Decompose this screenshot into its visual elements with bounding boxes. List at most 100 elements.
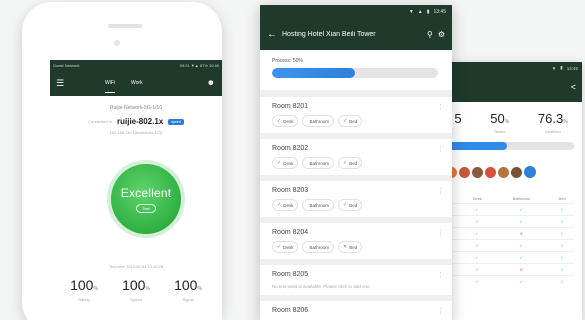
table-row: ✓ ✓ ✓: [452, 251, 574, 264]
status-time: 13:45: [566, 65, 578, 71]
room-item[interactable]: Room 8206 ⋮: [260, 301, 452, 320]
check-icon: ✓: [462, 239, 493, 252]
table-cell: [452, 215, 462, 228]
user-icon[interactable]: ☻: [207, 78, 215, 87]
menu-icon[interactable]: ☰: [56, 78, 70, 89]
device-label: Connected to: [88, 119, 112, 124]
table-cell: [452, 203, 462, 216]
more-icon[interactable]: ⋮: [437, 145, 444, 153]
test-point-chip[interactable]: ✓ Desk: [272, 199, 299, 211]
room-name: Room 8204: [272, 229, 309, 236]
stat-unit: %: [93, 286, 98, 292]
room-name: Room 8206: [272, 307, 309, 314]
page-title: Hosting Hotel Xian Beili Tower: [282, 30, 376, 38]
test-point-chip[interactable]: Bathroom: [302, 157, 334, 169]
check-icon: ✓: [462, 263, 493, 276]
phone-room-list: ▼ ▲ ▮ 13:45 ← Hosting Hotel Xian Beili T…: [260, 5, 452, 320]
battery-icon: ▮: [426, 8, 430, 15]
avatar[interactable]: [524, 166, 536, 178]
table-header: [452, 194, 462, 204]
test-point-chip[interactable]: ✓ Bed: [337, 157, 363, 169]
avatar[interactable]: [511, 166, 522, 178]
check-icon: ✓: [550, 275, 574, 288]
stat-label: Tested: [493, 129, 506, 134]
gear-icon[interactable]: ⚙: [438, 30, 445, 39]
back-arrow-icon[interactable]: ←: [267, 29, 277, 40]
stat-unit: %: [197, 286, 202, 292]
test-point-chip[interactable]: ✓ Bed: [337, 199, 363, 211]
stat-value: 50: [490, 111, 505, 126]
check-icon: ✓: [550, 215, 574, 228]
avatar[interactable]: [498, 166, 509, 178]
table-row: ✓ ✓ ✓: [452, 203, 574, 216]
tab-work[interactable]: Work: [131, 70, 143, 96]
phone-wifi-test: Guest Network 09:21 ▼▲ 87% 10:45 ☰ WiFi …: [22, 2, 222, 320]
test-point-chip[interactable]: ✓ Desk: [272, 115, 299, 127]
status-bar: Guest Network 09:21 ▼▲ 87% 10:45: [50, 60, 222, 70]
check-icon: ✓: [342, 202, 348, 208]
more-icon[interactable]: ⋮: [437, 271, 444, 279]
test-button[interactable]: Test: [136, 203, 156, 213]
summary-progress-bar: [440, 142, 574, 150]
test-point-chip[interactable]: Bathroom: [302, 199, 334, 211]
chip-label: Desk: [283, 160, 294, 166]
cross-icon: ✕: [492, 227, 551, 240]
phone-camera: [114, 40, 120, 46]
avatar[interactable]: [459, 166, 470, 178]
summary-stat: 76.3% Qualified: [538, 110, 568, 134]
network-name: Ruijie-Network-5G-1/10: [109, 105, 163, 111]
test-point-chip[interactable]: ✕ Bed: [337, 241, 363, 253]
status-circle-inner: Excellent Test: [111, 164, 181, 234]
stats-row: 100% Rating 100% Speed 100% Signal: [50, 277, 222, 302]
check-icon: ✓: [277, 118, 282, 124]
stat-unit: %: [145, 286, 150, 292]
stat-unit: %: [563, 119, 568, 125]
more-icon[interactable]: ⋮: [437, 229, 444, 237]
progress-bar: [272, 68, 438, 78]
check-icon: ✓: [462, 215, 493, 228]
check-icon: ✓: [462, 275, 493, 288]
speed-badge[interactable]: speed: [168, 118, 184, 125]
test-point-chip[interactable]: ✓ Desk: [272, 157, 299, 169]
table-row: ✓ ✕ ✓: [452, 263, 574, 276]
share-icon[interactable]: <: [571, 82, 576, 92]
table-cell: [452, 251, 462, 264]
status-circle[interactable]: Excellent Test: [107, 160, 185, 238]
stat-label: Speed: [130, 297, 142, 302]
check-icon: ✓: [462, 203, 493, 216]
room-item[interactable]: Room 8203 ⋮ ✓ Desk Bathroom ✓ Bed: [260, 181, 452, 223]
chip-label: Bathroom: [309, 244, 329, 250]
room-item[interactable]: Room 8202 ⋮ ✓ Desk Bathroom ✓ Bed: [260, 139, 452, 181]
stat-unit: %: [504, 119, 510, 125]
more-icon[interactable]: ⋮: [437, 103, 444, 111]
stat-label: Qualified: [544, 129, 561, 134]
more-icon[interactable]: ⋮: [437, 187, 444, 195]
room-item[interactable]: Room 8201 ⋮ ✓ Desk Bathroom ✓ Bed: [260, 97, 452, 139]
tab-wifi[interactable]: WiFi: [105, 70, 115, 96]
room-item[interactable]: Room 8205 ⋮ No test point is available. Pl…: [260, 265, 452, 301]
table-header: Bathroom: [512, 196, 530, 201]
toolbar-tabs: WiFi Work: [105, 70, 143, 96]
chip-label: Bed: [349, 202, 358, 208]
status-word: Excellent: [120, 185, 172, 200]
more-icon[interactable]: ⋮: [437, 307, 444, 315]
room-item[interactable]: Room 8204 ⋮ ✓ Desk Bathroom ✕ Bed: [260, 223, 452, 265]
table-header: Bed: [558, 196, 566, 201]
test-point-chip[interactable]: Bathroom: [302, 115, 334, 127]
chip-label: Bed: [349, 160, 358, 166]
room-list: Room 8201 ⋮ ✓ Desk Bathroom ✓ Bed Room 8202 ⋮ ✓ De…: [260, 97, 452, 320]
avatar[interactable]: [485, 166, 496, 178]
room-chips: ✓ Desk Bathroom ✓ Bed: [272, 199, 440, 211]
search-icon[interactable]: ⚲: [427, 30, 433, 39]
device-row: Connected to ruijie-802.1x speed: [50, 117, 222, 126]
progress-label: Process: 50%: [272, 58, 303, 64]
test-point-chip[interactable]: Bathroom: [302, 241, 334, 253]
test-point-chip[interactable]: ✓ Bed: [337, 115, 363, 127]
status-bar: ▼ ▮ 13:45: [432, 62, 582, 74]
chip-label: Bed: [349, 118, 358, 124]
test-point-chip[interactable]: ✓ Desk: [272, 241, 299, 253]
stat-rating: 100% Rating: [70, 277, 98, 302]
table-row: ✓ ✓ ✓: [452, 275, 574, 288]
avatar[interactable]: [472, 166, 483, 178]
status-time: 13:45: [433, 8, 446, 15]
